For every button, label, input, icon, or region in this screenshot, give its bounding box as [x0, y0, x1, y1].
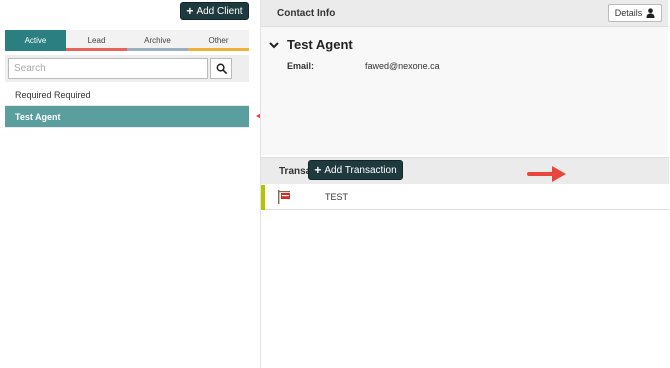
person-icon	[646, 8, 655, 18]
table-row[interactable]: TEST	[261, 184, 669, 210]
tab-label: Other	[208, 36, 229, 45]
client-list: Required Required Test Agent	[5, 84, 249, 128]
detail-panel: Contact Info Details Test Agent Email: f…	[260, 0, 669, 368]
search-button[interactable]	[210, 58, 232, 79]
tab-label: Active	[24, 36, 47, 45]
tab-lead[interactable]: Lead	[66, 30, 127, 51]
status-indicator	[261, 184, 265, 210]
app-root: + Add Client Active Lead Archive Other S…	[0, 0, 670, 368]
plus-icon: +	[186, 4, 194, 18]
tab-other[interactable]: Other	[188, 30, 249, 51]
chevron-down-icon[interactable]	[269, 41, 279, 49]
email-row: Email: fawed@nexone.ca	[287, 61, 440, 71]
client-name: Test Agent	[15, 111, 61, 122]
add-transaction-label: Add Transaction	[324, 164, 397, 176]
status-tabs: Active Lead Archive Other	[5, 30, 249, 51]
email-value: fawed@nexone.ca	[365, 61, 440, 71]
search-bar	[5, 55, 249, 82]
add-transaction-button[interactable]: + Add Transaction	[308, 160, 403, 180]
agent-heading[interactable]: Test Agent	[269, 37, 353, 52]
list-item-selected[interactable]: Test Agent	[5, 106, 249, 128]
tab-archive[interactable]: Archive	[127, 30, 188, 51]
add-client-button[interactable]: + Add Client	[180, 2, 249, 20]
tab-active[interactable]: Active	[5, 30, 66, 51]
agent-name: Test Agent	[287, 37, 353, 52]
search-input[interactable]	[8, 58, 208, 79]
tab-label: Lead	[87, 36, 106, 45]
search-icon	[216, 63, 227, 74]
client-panel: + Add Client Active Lead Archive Other S…	[0, 0, 252, 368]
contact-info-body: Test Agent Email: fawed@nexone.ca	[261, 27, 668, 155]
details-button[interactable]: Details	[608, 4, 662, 22]
tab-label: Archive	[144, 36, 171, 45]
annotation-arrow-icon	[527, 166, 566, 182]
for-sale-sign-icon	[278, 190, 290, 204]
section-title: Contact Info	[277, 7, 336, 19]
transaction-name: TEST	[325, 192, 349, 202]
list-item[interactable]: Required Required	[5, 84, 249, 106]
details-label: Details	[614, 8, 643, 18]
plus-icon: +	[314, 163, 322, 177]
contact-info-header: Contact Info Details	[261, 0, 668, 27]
email-label: Email:	[287, 61, 315, 71]
client-name: Required Required	[15, 89, 91, 100]
add-client-label: Add Client	[196, 5, 243, 17]
